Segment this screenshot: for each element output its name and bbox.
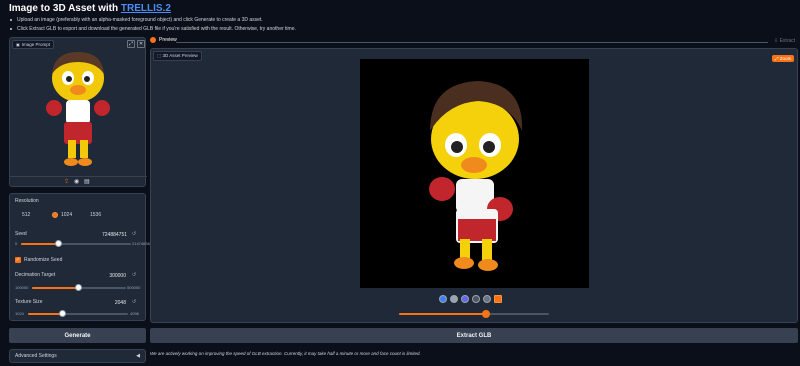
webcam-icon[interactable]: ◉ xyxy=(74,178,79,185)
character-3d-render xyxy=(429,81,523,271)
texture-slider-track[interactable] xyxy=(28,313,128,315)
asset-preview-panel: ⬚ 3D Asset Preview ⤢ Zoom xyxy=(150,48,798,323)
decimation-slider-thumb[interactable] xyxy=(75,284,82,291)
seed-label: Seed xyxy=(15,231,27,237)
image-prompt-panel[interactable]: ▣ Image Prompt ⤢ ✕ ⇪ ◉ ▤ xyxy=(9,37,147,187)
advanced-settings-accordion[interactable]: Advanced Settings ◀ xyxy=(9,349,146,363)
seed-min: 0 xyxy=(15,241,18,246)
tab-divider xyxy=(176,42,768,43)
rotation-slider-thumb[interactable] xyxy=(482,310,490,318)
rotation-slider-fill xyxy=(399,313,486,315)
tab-preview[interactable]: Preview xyxy=(150,37,177,43)
texture-size-label: Texture Size xyxy=(15,299,43,305)
color-view-icon[interactable] xyxy=(461,295,469,303)
texture-max: 4096 xyxy=(130,311,139,316)
resolution-option-1536-label: 1536 xyxy=(90,212,102,218)
clay-view-icon[interactable] xyxy=(450,295,458,303)
page-title: Image to 3D Asset with TRELLIS.2 xyxy=(9,3,171,14)
texture-slider-fill xyxy=(28,313,61,315)
extract-glb-button[interactable]: Extract GLB xyxy=(150,328,798,343)
image-icon: ▣ xyxy=(16,42,20,47)
resolution-option-512-label: 512 xyxy=(22,212,31,218)
tab-preview-label: Preview xyxy=(159,37,177,43)
instruction-2-text: Click Extract GLB to export and download… xyxy=(17,26,296,32)
instruction-2: Click Extract GLB to export and download… xyxy=(10,26,296,32)
view-mode-toolbar xyxy=(439,295,502,303)
clipboard-icon[interactable]: ▤ xyxy=(84,178,90,185)
upload-icon[interactable]: ⇪ xyxy=(64,178,69,185)
divider xyxy=(10,176,147,177)
image-prompt-text: Image Prompt xyxy=(21,42,51,47)
decimation-slider-fill xyxy=(32,287,79,289)
asset-preview-text: 3D Asset Preview xyxy=(162,53,198,58)
texture-min: 1024 xyxy=(15,311,24,316)
resolution-option-1024[interactable]: 1024 xyxy=(52,212,72,218)
character-image xyxy=(46,52,110,166)
radio-selected-icon xyxy=(52,212,58,218)
3d-viewer-canvas[interactable] xyxy=(360,59,589,288)
roughness-view-icon[interactable] xyxy=(483,295,491,303)
chevron-left-icon: ◀ xyxy=(136,353,140,359)
resolution-option-512[interactable]: 512 xyxy=(22,212,30,218)
decimation-max: 500000 xyxy=(127,285,141,290)
zoom-badge[interactable]: ⤢ Zoom xyxy=(772,55,795,62)
rotation-slider-track[interactable] xyxy=(399,313,549,315)
tab-active-dot-icon xyxy=(150,37,156,43)
randomize-seed-label: Randomize Seed xyxy=(24,257,63,263)
resolution-label: Resolution xyxy=(15,198,39,204)
reset-icon[interactable]: ↺ xyxy=(132,231,136,237)
instruction-1-text: Upload an image (preferably with an alph… xyxy=(17,17,263,23)
resolution-option-1024-label: 1024 xyxy=(61,212,73,218)
metallic-view-icon[interactable] xyxy=(472,295,480,303)
randomize-seed-checkbox[interactable]: ✓ Randomize Seed xyxy=(15,257,62,263)
settings-panel: Resolution 512 1024 1536 Seed 724884751 … xyxy=(9,193,154,321)
fullscreen-icon[interactable]: ⤢ xyxy=(127,40,135,48)
texture-slider-thumb[interactable] xyxy=(59,310,66,317)
decimation-min: 100000 xyxy=(15,285,29,290)
texture-view-icon[interactable] xyxy=(494,295,502,303)
seed-slider-track[interactable] xyxy=(21,243,131,245)
advanced-settings-label: Advanced Settings xyxy=(15,353,57,359)
texture-size-input[interactable]: 2048 xyxy=(102,300,126,306)
seed-slider-thumb[interactable] xyxy=(55,240,62,247)
reset-icon[interactable]: ↺ xyxy=(132,272,136,278)
asset-preview-label: ⬚ 3D Asset Preview xyxy=(153,51,202,61)
trellis-link[interactable]: TRELLIS.2 xyxy=(121,3,171,14)
tab-extract-label: Extract xyxy=(779,38,796,44)
decimation-label: Decimation Target xyxy=(15,272,56,278)
resolution-option-1536[interactable]: 1536 xyxy=(90,212,101,218)
checkbox-checked-icon: ✓ xyxy=(15,257,21,263)
instruction-1: Upload an image (preferably with an alph… xyxy=(10,17,263,23)
tab-extract[interactable]: ⇩ Extract xyxy=(774,38,795,44)
title-prefix: Image to 3D Asset with xyxy=(9,3,121,14)
generate-button[interactable]: Generate xyxy=(9,328,146,343)
reset-icon[interactable]: ↺ xyxy=(132,299,136,305)
seed-slider-fill xyxy=(21,243,59,245)
close-icon[interactable]: ✕ xyxy=(137,40,145,48)
decimation-input[interactable]: 300000 xyxy=(102,273,126,279)
zoom-badge-label: Zoom xyxy=(779,56,792,61)
normal-view-icon[interactable] xyxy=(439,295,447,303)
extraction-note: We are actively working on improving the… xyxy=(150,351,421,356)
seed-input[interactable]: 724884751 xyxy=(102,232,127,238)
